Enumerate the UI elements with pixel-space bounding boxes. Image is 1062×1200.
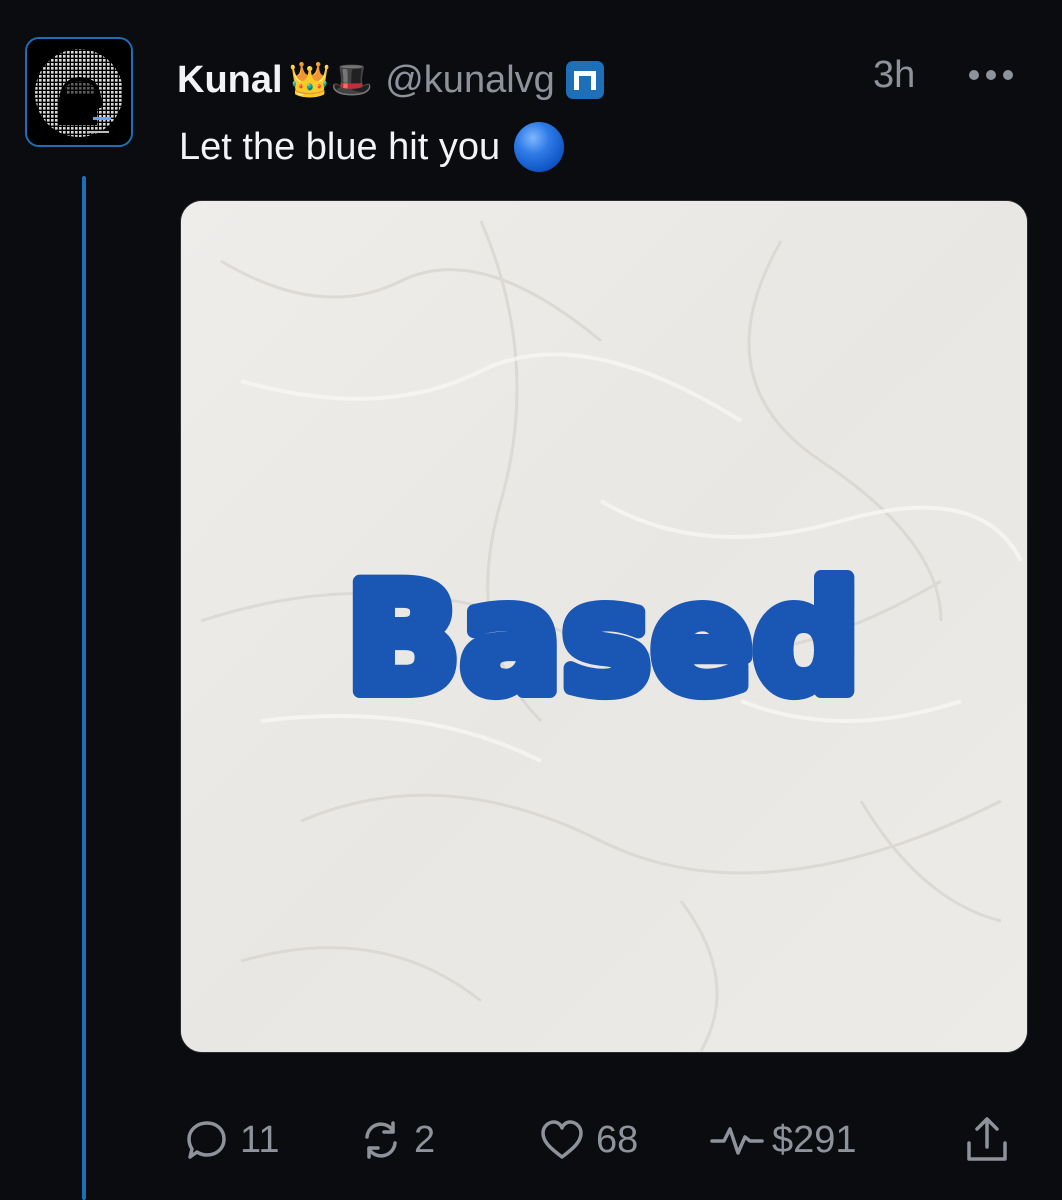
pixel-avatar-icon	[27, 39, 131, 145]
like-button[interactable]: 68	[538, 1110, 638, 1170]
action-bar: 11 2 68 $291	[0, 1110, 1062, 1170]
tips-button[interactable]: $291	[710, 1110, 857, 1170]
reply-icon	[187, 1121, 226, 1159]
author-name[interactable]: Kunal	[177, 59, 283, 102]
based-text: Based	[346, 553, 860, 727]
reply-button[interactable]: 11	[184, 1110, 279, 1170]
share-button[interactable]	[964, 1110, 1010, 1170]
blue-circle-icon	[514, 122, 565, 172]
verified-badge-icon	[565, 60, 605, 100]
post-text: Let the blue hit you	[179, 122, 565, 172]
author-handle[interactable]: @kunalvg	[385, 59, 555, 102]
repost-count: 2	[414, 1118, 436, 1161]
tips-value: $291	[772, 1118, 857, 1161]
post-image[interactable]: Based	[180, 200, 1028, 1053]
heart-icon	[541, 1120, 583, 1159]
thread-line	[82, 176, 86, 1200]
avatar[interactable]	[25, 37, 133, 147]
post-header: Kunal 👑🎩 @kunalvg	[177, 52, 605, 108]
share-icon	[967, 1117, 1007, 1161]
reply-count: 11	[240, 1118, 280, 1161]
more-icon[interactable]	[966, 60, 1016, 90]
post-time: 3h	[873, 54, 916, 96]
repost-button[interactable]: 2	[358, 1110, 435, 1170]
author-emojis: 👑🎩	[288, 61, 374, 99]
based-artwork: Based	[339, 546, 867, 734]
like-count: 68	[596, 1118, 639, 1161]
post-body: Let the blue hit you	[179, 125, 501, 168]
post-card[interactable]: Kunal 👑🎩 @kunalvg 3h Let the blue hit yo…	[0, 0, 1062, 1200]
repost-icon	[365, 1121, 397, 1159]
activity-icon	[710, 1127, 764, 1155]
